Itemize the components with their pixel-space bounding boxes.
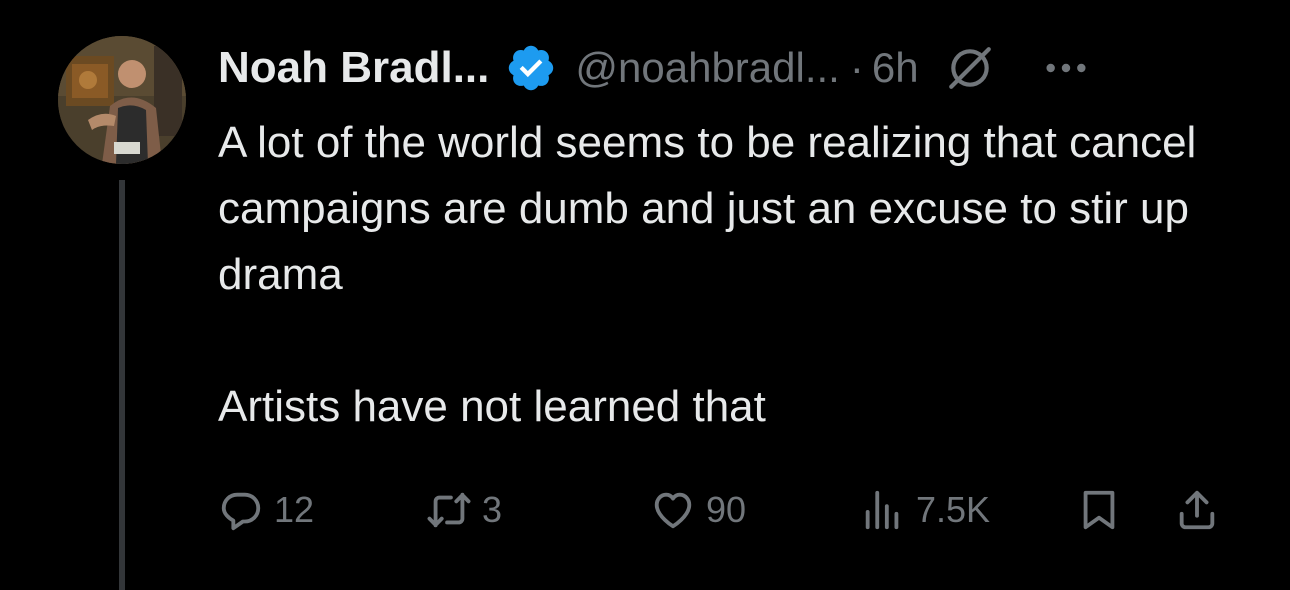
action-bar: 12 3 90 7.5K bbox=[218, 484, 1238, 536]
share-button[interactable] bbox=[1174, 484, 1220, 536]
heart-icon bbox=[654, 492, 692, 529]
reply-restricted-icon bbox=[948, 47, 991, 89]
view-count: 7.5K bbox=[916, 489, 991, 530]
views-button[interactable]: 7.5K bbox=[860, 484, 990, 536]
views-icon bbox=[865, 490, 899, 530]
reply-count: 12 bbox=[274, 489, 315, 530]
tweet[interactable]: Noah Bradl... @noahbradl... · 6h A lot o… bbox=[0, 0, 1290, 590]
separator-dot: · bbox=[849, 44, 864, 91]
reply-icon bbox=[221, 492, 261, 531]
timestamp[interactable]: 6h bbox=[872, 44, 919, 92]
reply-button[interactable]: 12 bbox=[218, 484, 314, 536]
bookmark-button[interactable] bbox=[1076, 484, 1122, 536]
repost-button[interactable]: 3 bbox=[426, 484, 502, 536]
author-name[interactable]: Noah Bradl... bbox=[218, 43, 489, 93]
author-handle[interactable]: @noahbradl... bbox=[575, 44, 839, 92]
verified-badge-icon[interactable] bbox=[505, 42, 557, 94]
like-count: 90 bbox=[706, 489, 747, 530]
share-icon bbox=[1179, 490, 1215, 530]
like-button[interactable]: 90 bbox=[650, 484, 746, 536]
tweet-paragraph: Artists have not learned that bbox=[218, 382, 766, 431]
avatar-photo bbox=[58, 36, 186, 164]
more-icon[interactable] bbox=[1043, 45, 1089, 91]
tweet-text: A lot of the world seems to be realizing… bbox=[218, 110, 1258, 440]
repost-icon bbox=[427, 492, 471, 528]
bookmark-icon bbox=[1083, 490, 1115, 530]
tweet-header: Noah Bradl... @noahbradl... · 6h bbox=[218, 38, 1258, 98]
repost-count: 3 bbox=[482, 489, 503, 530]
thread-line bbox=[119, 180, 125, 590]
tweet-paragraph: A lot of the world seems to be realizing… bbox=[218, 118, 1197, 299]
avatar[interactable] bbox=[58, 36, 186, 164]
